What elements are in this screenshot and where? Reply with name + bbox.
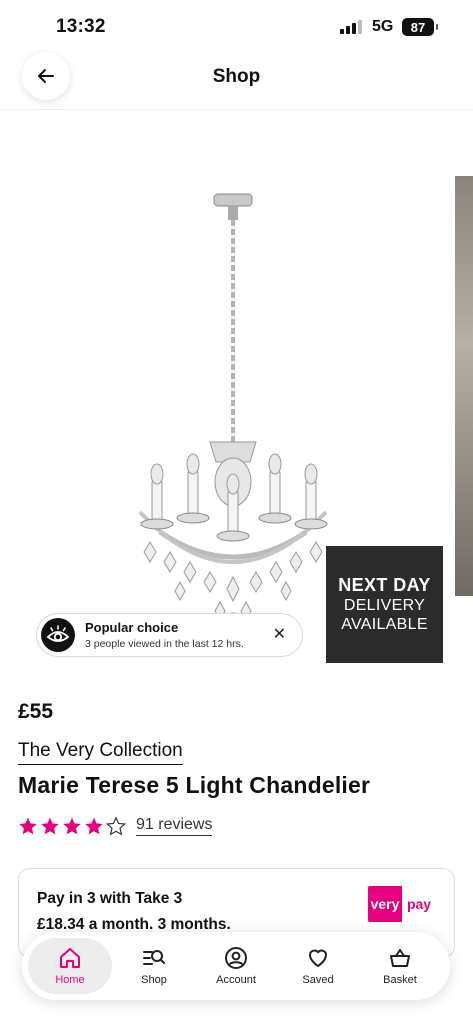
popular-choice-chip: Popular choice 3 people viewed in the la… [36, 613, 303, 657]
nav-item-home[interactable]: Home [28, 938, 112, 994]
star-filled-icon [19, 817, 37, 835]
home-icon [60, 948, 80, 968]
status-bar: 13:32 5G 87 [0, 0, 473, 52]
signal-icon [340, 20, 362, 34]
delivery-badge-line2: DELIVERY [343, 597, 426, 614]
nav-label: Shop [141, 974, 167, 986]
product-rating[interactable]: 91 reviews [18, 816, 213, 836]
very-pay-logo-left: very [368, 886, 402, 922]
account-icon [225, 947, 247, 969]
close-icon[interactable]: ✕ [273, 626, 286, 644]
nav-item-shop[interactable]: Shop [112, 938, 196, 994]
product-image-gallery[interactable]: NEXT DAY DELIVERY AVAILABLE Popular choi… [0, 112, 473, 672]
next-image-preview[interactable] [455, 176, 473, 596]
basket-icon [390, 949, 410, 967]
status-time: 13:32 [56, 16, 106, 37]
shop-search-icon [143, 950, 165, 965]
product-title: Marie Terese 5 Light Chandelier [18, 772, 371, 798]
heart-icon [309, 949, 327, 967]
network-label: 5G [372, 18, 394, 35]
star-filled-icon [41, 817, 59, 835]
star-filled-icon [85, 817, 103, 835]
star-empty-icon [106, 816, 126, 836]
very-pay-logo-right: pay [402, 886, 436, 922]
very-pay-logo: very pay [368, 886, 436, 922]
popular-choice-title: Popular choice [85, 620, 179, 635]
eye-icon [41, 618, 75, 652]
header: Shop [0, 52, 473, 110]
bottom-nav: Home Shop Account Saved Basket [22, 932, 450, 1000]
nav-item-basket[interactable]: Basket [358, 938, 442, 994]
nav-label: Saved [302, 974, 334, 986]
delivery-badge-line1: NEXT DAY [338, 575, 431, 595]
reviews-link[interactable]: 91 reviews [136, 816, 213, 836]
battery-icon: 87 [402, 18, 438, 36]
delivery-badge-line3: AVAILABLE [341, 616, 428, 633]
nav-label: Account [216, 974, 256, 986]
next-day-delivery-badge: NEXT DAY DELIVERY AVAILABLE [326, 546, 443, 663]
nav-label: Basket [383, 974, 417, 986]
popular-choice-subtitle: 3 people viewed in the last 12 hrs. [85, 638, 244, 650]
nav-label: Home [55, 974, 85, 986]
nav-item-account[interactable]: Account [194, 938, 278, 994]
pay-plan-title: Pay in 3 with Take 3 [37, 890, 183, 907]
page-title: Shop [212, 66, 261, 87]
nav-item-saved[interactable]: Saved [276, 938, 360, 994]
star-filled-icon [63, 817, 81, 835]
product-price: £55 [18, 700, 54, 723]
brand-link[interactable]: The Very Collection [18, 740, 183, 765]
